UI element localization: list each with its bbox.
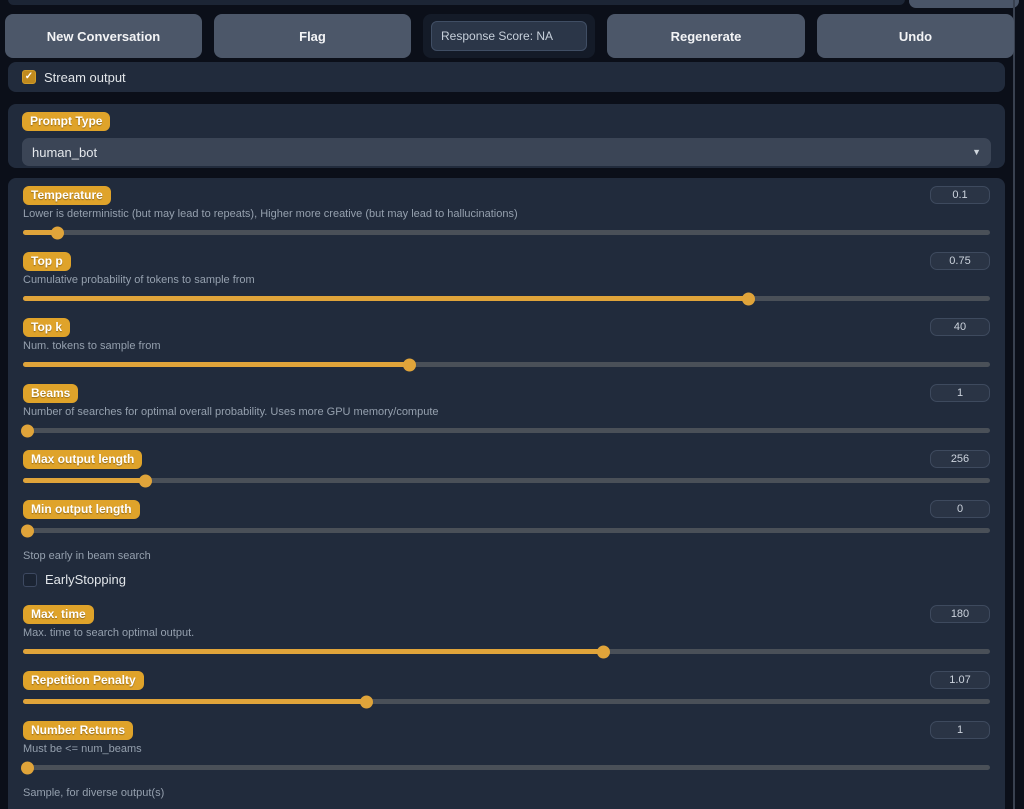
slider-info: Number of searches for optimal overall p… xyxy=(23,406,990,419)
slider-fill xyxy=(23,362,410,367)
slider-control: Max output length 256 xyxy=(23,450,990,483)
response-score-input[interactable]: Response Score: NA xyxy=(431,21,587,51)
checkbox-label: EarlyStopping xyxy=(45,572,126,587)
prompt-type-value: human_bot xyxy=(32,145,972,160)
stream-output-label: Stream output xyxy=(44,70,126,85)
slider-handle[interactable] xyxy=(403,358,416,371)
slider-value-input[interactable]: 0.1 xyxy=(930,186,990,204)
slider-fill xyxy=(23,649,603,654)
slider-label: Min output length xyxy=(23,500,140,519)
checkbox-control: Stop early in beam search EarlyStopping xyxy=(23,550,990,587)
prompt-type-panel: Prompt Type human_bot ▼ xyxy=(8,104,1005,168)
prompt-type-label: Prompt Type xyxy=(22,112,110,131)
slider-value-input[interactable]: 0.75 xyxy=(930,252,990,270)
slider-track[interactable] xyxy=(23,230,990,235)
slider-control: Min output length 0 xyxy=(23,500,990,533)
checkbox-info: Stop early in beam search xyxy=(23,550,990,563)
checkbox-info: Sample, for diverse output(s) xyxy=(23,787,990,800)
slider-control: Max. time 180 Max. time to search optima… xyxy=(23,605,990,654)
slider-value-input[interactable]: 1.07 xyxy=(930,671,990,689)
slider-value-input[interactable]: 40 xyxy=(930,318,990,336)
header-button-row: New Conversation Flag Response Score: NA… xyxy=(5,14,1014,58)
slider-control: Top p 0.75 Cumulative probability of tok… xyxy=(23,252,990,301)
slider-fill xyxy=(23,296,748,301)
slider-handle[interactable] xyxy=(597,645,610,658)
slider-track[interactable] xyxy=(23,478,990,483)
slider-value-input[interactable]: 1 xyxy=(930,384,990,402)
slider-label: Top p xyxy=(23,252,71,271)
slider-label: Temperature xyxy=(23,186,111,205)
partial-button-top-right[interactable] xyxy=(909,0,1019,8)
slider-track[interactable] xyxy=(23,362,990,367)
prompt-type-dropdown[interactable]: human_bot ▼ xyxy=(22,138,991,166)
slider-handle[interactable] xyxy=(21,424,34,437)
slider-handle[interactable] xyxy=(360,695,373,708)
regenerate-button[interactable]: Regenerate xyxy=(607,14,805,58)
new-conversation-button[interactable]: New Conversation xyxy=(5,14,202,58)
slider-control: Repetition Penalty 1.07 xyxy=(23,671,990,704)
stream-output-checkbox[interactable] xyxy=(22,70,36,84)
chevron-down-icon: ▼ xyxy=(972,147,981,157)
slider-value-input[interactable]: 180 xyxy=(930,605,990,623)
slider-fill xyxy=(23,699,366,704)
slider-value-input[interactable]: 256 xyxy=(930,450,990,468)
slider-value-input[interactable]: 1 xyxy=(930,721,990,739)
slider-fill xyxy=(23,478,146,483)
slider-control: Temperature 0.1 Lower is deterministic (… xyxy=(23,186,990,235)
column-divider xyxy=(1013,0,1015,809)
slider-track[interactable] xyxy=(23,649,990,654)
slider-info: Cumulative probability of tokens to samp… xyxy=(23,274,990,287)
slider-track[interactable] xyxy=(23,528,990,533)
slider-handle[interactable] xyxy=(21,524,34,537)
flag-button[interactable]: Flag xyxy=(214,14,411,58)
slider-value-input[interactable]: 0 xyxy=(930,500,990,518)
slider-handle[interactable] xyxy=(139,474,152,487)
slider-label: Repetition Penalty xyxy=(23,671,144,690)
slider-handle[interactable] xyxy=(21,761,34,774)
slider-handle[interactable] xyxy=(742,292,755,305)
controls-list: Temperature 0.1 Lower is deterministic (… xyxy=(23,186,990,809)
slider-info: Must be <= num_beams xyxy=(23,743,990,756)
slider-info: Lower is deterministic (but may lead to … xyxy=(23,208,990,221)
response-score-box: Response Score: NA xyxy=(423,14,595,58)
slider-label: Top k xyxy=(23,318,70,337)
slider-track[interactable] xyxy=(23,296,990,301)
partial-panel-top xyxy=(8,0,905,5)
checkbox-row[interactable]: EarlyStopping xyxy=(23,572,990,587)
slider-track[interactable] xyxy=(23,699,990,704)
slider-control: Beams 1 Number of searches for optimal o… xyxy=(23,384,990,433)
slider-label: Max. time xyxy=(23,605,94,624)
slider-handle[interactable] xyxy=(51,226,64,239)
slider-control: Top k 40 Num. tokens to sample from xyxy=(23,318,990,367)
slider-track[interactable] xyxy=(23,428,990,433)
checkbox[interactable] xyxy=(23,573,37,587)
stream-output-row: Stream output xyxy=(8,62,1005,92)
slider-label: Max output length xyxy=(23,450,142,469)
checkbox-control: Sample, for diverse output(s) Sample xyxy=(23,787,990,809)
slider-label: Beams xyxy=(23,384,78,403)
slider-control: Number Returns 1 Must be <= num_beams xyxy=(23,721,990,770)
slider-label: Number Returns xyxy=(23,721,133,740)
undo-button[interactable]: Undo xyxy=(817,14,1014,58)
slider-info: Num. tokens to sample from xyxy=(23,340,990,353)
slider-track[interactable] xyxy=(23,765,990,770)
slider-info: Max. time to search optimal output. xyxy=(23,627,990,640)
generation-settings-panel: Temperature 0.1 Lower is deterministic (… xyxy=(8,178,1005,809)
